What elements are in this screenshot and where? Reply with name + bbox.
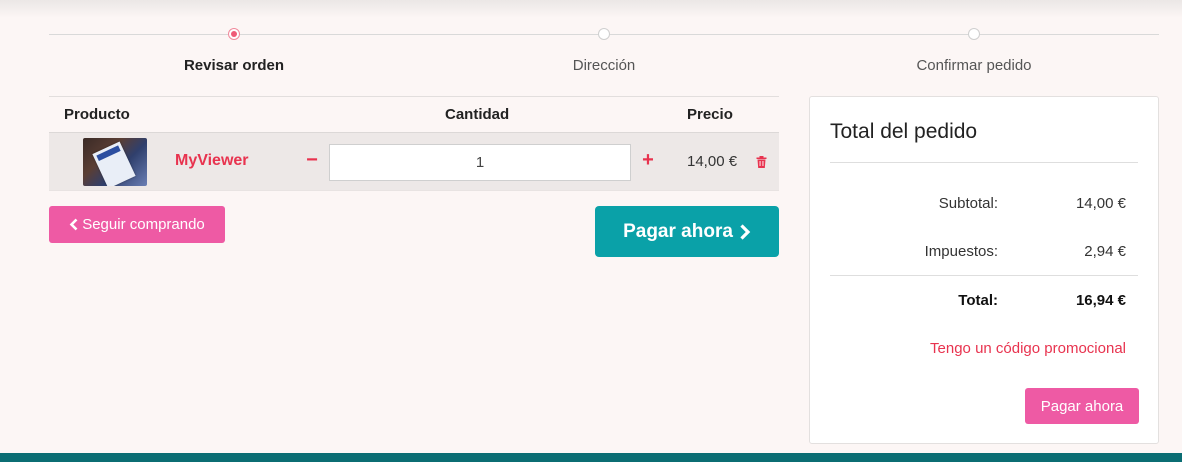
footer-bar bbox=[0, 453, 1182, 462]
step-dot-active bbox=[228, 28, 240, 40]
tax-label: Impuestos: bbox=[924, 243, 998, 260]
tax-value: 2,94 € bbox=[1084, 243, 1126, 260]
subtotal-value: 14,00 € bbox=[1075, 195, 1126, 212]
step-label: Revisar orden bbox=[183, 57, 285, 74]
total-label: Total: bbox=[958, 292, 998, 309]
product-thumbnail[interactable] bbox=[83, 138, 147, 186]
chevron-left-icon bbox=[69, 218, 78, 231]
summary-pay-now-button[interactable]: Pagar ahora bbox=[1025, 388, 1139, 424]
subtotal-row: Subtotal: 14,00 € bbox=[830, 195, 1138, 215]
step-dot bbox=[598, 28, 610, 40]
summary-divider bbox=[830, 275, 1138, 276]
subtotal-label: Subtotal: bbox=[938, 195, 998, 212]
item-price: 14,00 € bbox=[687, 153, 738, 170]
continue-shopping-button[interactable]: Seguir comprando bbox=[49, 206, 225, 243]
quantity-input[interactable] bbox=[329, 144, 631, 181]
header-shadow bbox=[0, 0, 1182, 18]
promo-code-link[interactable]: Tengo un código promocional bbox=[930, 340, 1126, 357]
step-dot bbox=[968, 28, 980, 40]
header-product: Producto bbox=[64, 106, 130, 123]
step-label: Dirección bbox=[572, 57, 636, 74]
product-name-link[interactable]: MyViewer bbox=[175, 152, 249, 170]
tax-row: Impuestos: 2,94 € bbox=[830, 243, 1138, 263]
summary-title: Total del pedido bbox=[830, 120, 978, 143]
step-address: Dirección bbox=[454, 26, 754, 74]
cart-header-row: Producto Cantidad Precio bbox=[49, 96, 779, 133]
table-row: MyViewer − + 14,00 € bbox=[49, 133, 779, 191]
total-row: Total: 16,94 € bbox=[830, 292, 1138, 312]
minus-icon[interactable]: − bbox=[303, 149, 321, 171]
header-quantity: Cantidad bbox=[445, 106, 510, 123]
step-review-order: Revisar orden bbox=[84, 26, 384, 74]
step-label: Confirmar pedido bbox=[916, 57, 1032, 74]
thumbnail-card bbox=[92, 141, 136, 186]
pay-now-button[interactable]: Pagar ahora bbox=[595, 206, 779, 257]
trash-icon[interactable] bbox=[756, 156, 767, 168]
order-summary-panel: Total del pedido Subtotal: 14,00 € Impue… bbox=[809, 96, 1159, 444]
header-price: Precio bbox=[687, 106, 733, 123]
chevron-right-icon bbox=[740, 223, 751, 240]
summary-divider bbox=[830, 162, 1138, 163]
plus-icon[interactable]: + bbox=[639, 149, 657, 171]
continue-shopping-label: Seguir comprando bbox=[82, 216, 205, 233]
cart-table: Producto Cantidad Precio MyViewer − + 14… bbox=[49, 96, 779, 191]
total-value: 16,94 € bbox=[1075, 292, 1126, 309]
pay-now-label: Pagar ahora bbox=[623, 220, 733, 242]
checkout-stepper: Revisar orden Dirección Confirmar pedido bbox=[49, 26, 1159, 86]
step-confirm-order: Confirmar pedido bbox=[824, 26, 1124, 74]
